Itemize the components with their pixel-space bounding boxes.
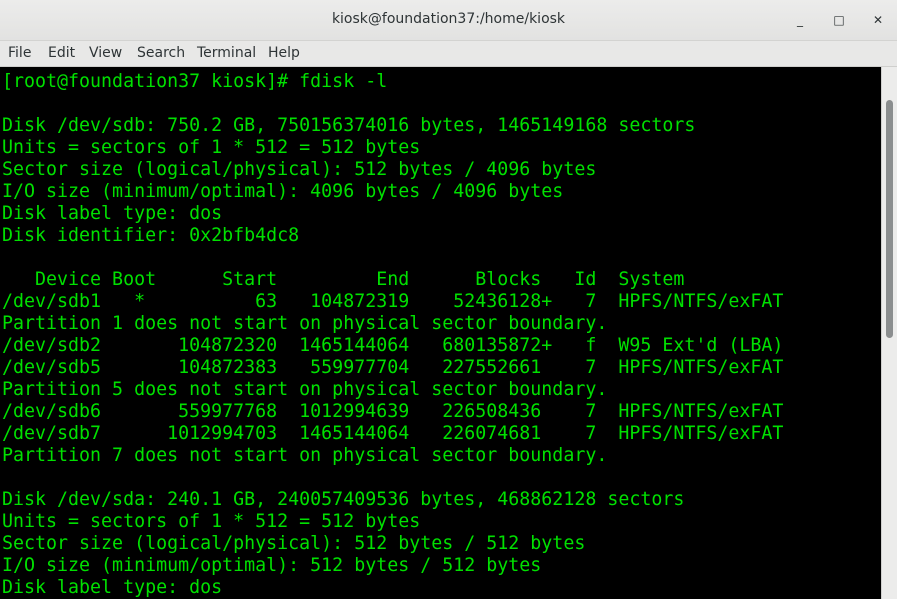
terminal-line: Partition 5 does not start on physical s… (2, 379, 608, 400)
scrollbar-thumb[interactable] (886, 100, 893, 338)
partition-row: /dev/sdb1 * 63 104872319 52436128+ 7 HPF… (2, 291, 784, 312)
terminal-line: Disk /dev/sda: 240.1 GB, 240057409536 by… (2, 489, 685, 510)
close-icon[interactable]: ✕ (868, 10, 888, 30)
partition-row: /dev/sdb5 104872383 559977704 227552661 … (2, 357, 784, 378)
terminal-line: Disk identifier: 0x2bfb4dc8 (2, 225, 300, 246)
terminal-line: Partition 1 does not start on physical s… (2, 313, 608, 334)
partition-table-header: Device Boot Start End Blocks Id System (2, 269, 685, 290)
window-title: kiosk@foundation37:/home/kiosk (331, 11, 566, 27)
terminal-line: Sector size (logical/physical): 512 byte… (2, 533, 586, 554)
partition-row: /dev/sdb6 559977768 1012994639 226508436… (2, 401, 784, 422)
partition-row: /dev/sdb2 104872320 1465144064 680135872… (2, 335, 784, 356)
terminal-line: Disk /dev/sdb: 750.2 GB, 750156374016 by… (2, 115, 696, 136)
menu-edit[interactable]: Edit (48, 45, 75, 61)
vertical-scrollbar[interactable] (881, 67, 897, 599)
menu-file[interactable]: File (8, 45, 31, 61)
menu-help[interactable]: Help (268, 45, 300, 61)
minimize-icon[interactable]: _ (790, 10, 810, 30)
terminal-line: I/O size (minimum/optimal): 4096 bytes /… (2, 181, 564, 202)
terminal-window: kiosk@foundation37:/home/kiosk _ □ ✕ Fil… (0, 0, 897, 599)
partition-row: /dev/sdb7 1012994703 1465144064 22607468… (2, 423, 784, 444)
terminal-line: I/O size (minimum/optimal): 512 bytes / … (2, 555, 542, 576)
terminal-line: Units = sectors of 1 * 512 = 512 bytes (2, 511, 421, 532)
terminal-line-prompt: [root@foundation37 kiosk]# fdisk -l (2, 71, 388, 92)
terminal-line: Units = sectors of 1 * 512 = 512 bytes (2, 137, 421, 158)
terminal-line: Partition 7 does not start on physical s… (2, 445, 608, 466)
terminal-line: Disk label type: dos (2, 203, 223, 224)
terminal-line: Disk label type: dos (2, 577, 223, 598)
terminal-output[interactable]: [root@foundation37 kiosk]# fdisk -l Disk… (0, 67, 881, 599)
title-bar[interactable]: kiosk@foundation37:/home/kiosk _ □ ✕ (0, 0, 897, 41)
maximize-icon[interactable]: □ (829, 10, 849, 30)
menu-terminal[interactable]: Terminal (197, 45, 256, 61)
menu-bar: File Edit View Search Terminal Help (0, 41, 897, 67)
terminal-line: Sector size (logical/physical): 512 byte… (2, 159, 597, 180)
menu-view[interactable]: View (89, 45, 122, 61)
menu-search[interactable]: Search (137, 45, 185, 61)
